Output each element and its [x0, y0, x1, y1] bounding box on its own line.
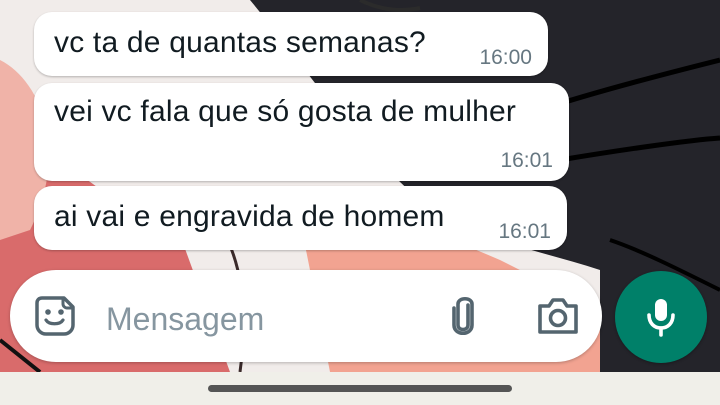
message-bubble[interactable]: ai vai e engravida de homem 16:01 [34, 186, 567, 250]
message-input[interactable] [104, 298, 428, 340]
system-navigation-bar [0, 372, 720, 405]
message-timestamp: 16:01 [500, 149, 553, 172]
message-bubble[interactable]: vei vc fala que só gosta de mulher 16:01 [34, 83, 569, 181]
voice-message-button[interactable] [615, 271, 707, 363]
camera-icon[interactable] [536, 296, 580, 336]
message-text: vc ta de quantas semanas? [54, 26, 426, 59]
message-text: vei vc fala que só gosta de mulher [54, 95, 517, 128]
home-gesture-handle[interactable] [208, 385, 512, 392]
message-bubble[interactable]: vc ta de quantas semanas? 16:00 [34, 12, 548, 76]
message-timestamp: 16:01 [498, 220, 551, 243]
message-composer [10, 270, 602, 362]
message-timestamp: 16:00 [479, 46, 532, 69]
attach-paperclip-icon[interactable] [443, 294, 483, 338]
sticker-icon[interactable] [34, 295, 76, 337]
message-text: ai vai e engravida de homem [54, 200, 445, 233]
